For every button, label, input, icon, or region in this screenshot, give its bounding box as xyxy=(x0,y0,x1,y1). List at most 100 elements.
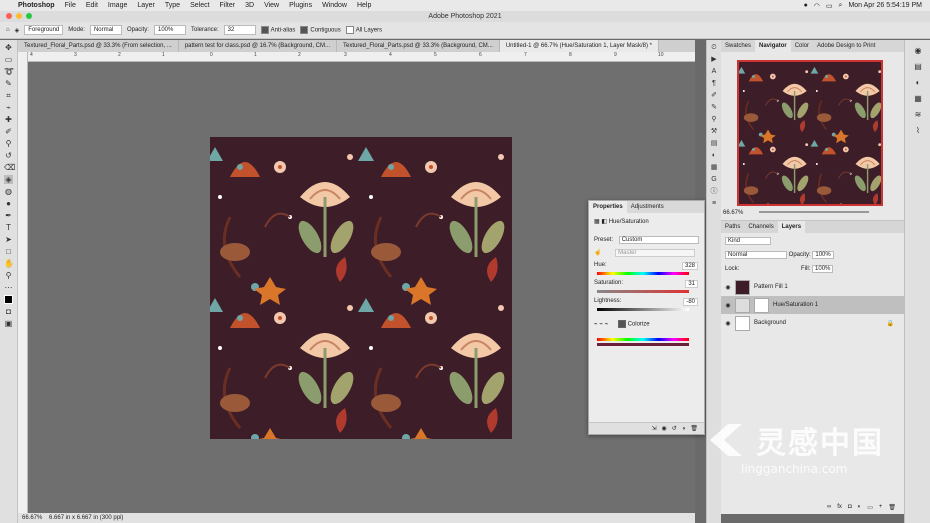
learn-icon[interactable]: ◉ xyxy=(913,46,923,56)
mode-select[interactable]: Normal xyxy=(89,25,122,35)
zoom-window-button[interactable] xyxy=(26,13,32,19)
pattern-artwork[interactable] xyxy=(210,137,512,439)
clip-to-layer-icon[interactable]: ⇲ xyxy=(651,423,656,434)
colorize-checkbox[interactable] xyxy=(617,320,626,328)
tab-design-to-print[interactable]: Adobe Design to Print xyxy=(813,40,879,52)
brush-settings-icon[interactable]: ✎ xyxy=(710,104,718,112)
new-layer-icon[interactable]: + xyxy=(879,504,883,514)
menu-select[interactable]: Select xyxy=(185,2,214,9)
home-icon[interactable]: ⌂ xyxy=(6,27,10,33)
paint-bucket-tool-icon[interactable]: ◈ xyxy=(4,175,13,184)
opacity-input[interactable]: 100% xyxy=(153,25,186,35)
glyphs-icon[interactable]: G xyxy=(710,176,718,184)
menu-layer[interactable]: Layer xyxy=(132,2,160,9)
history-brush-tool-icon[interactable]: ↺ xyxy=(4,151,13,160)
dodge-tool-icon[interactable]: ● xyxy=(4,199,13,208)
paint-bucket-icon[interactable]: ◈ xyxy=(15,27,20,34)
blur-tool-icon[interactable]: ◍ xyxy=(4,187,13,196)
marquee-tool-icon[interactable]: ▭ xyxy=(4,55,13,64)
preset-select[interactable]: Custom xyxy=(618,236,699,244)
hand-tool-icon[interactable]: ✋ xyxy=(4,259,14,268)
character-icon[interactable]: A xyxy=(710,68,718,76)
libraries-panel-icon[interactable]: ▤ xyxy=(913,62,923,72)
eyedropper-tool-icon[interactable]: ⌁ xyxy=(4,103,13,112)
menu-window[interactable]: Window xyxy=(317,2,352,9)
menu-app-name[interactable]: Photoshop xyxy=(13,2,60,9)
lightness-slider[interactable] xyxy=(597,308,689,311)
add-mask-icon[interactable]: ◘ xyxy=(848,504,852,514)
lock-icon[interactable]: 🔒 xyxy=(887,320,894,327)
tab-swatches[interactable]: Swatches xyxy=(721,40,755,52)
styles-panel-icon[interactable]: ▦ xyxy=(913,94,923,104)
fill-input[interactable]: 100% xyxy=(812,265,834,273)
styles-icon[interactable]: ▦ xyxy=(710,164,718,172)
info-icon[interactable]: ⓘ xyxy=(710,188,718,196)
lightness-value[interactable]: -80 xyxy=(683,298,698,306)
wifi-icon[interactable]: ◠ xyxy=(814,2,820,10)
tab-color[interactable]: Color xyxy=(791,40,813,52)
eyedropper-icon[interactable]: ⌁ xyxy=(594,322,598,328)
screen-mode-icon[interactable]: ▣ xyxy=(4,319,13,328)
tab-layers[interactable]: Layers xyxy=(777,221,806,233)
minimize-window-button[interactable] xyxy=(16,13,22,19)
navigator-thumbnail[interactable] xyxy=(737,60,883,206)
path-select-tool-icon[interactable]: ➤ xyxy=(4,235,13,244)
fx-icon[interactable]: fx xyxy=(837,504,842,514)
link-layers-icon[interactable]: ∞ xyxy=(827,504,831,514)
mask-thumbnail[interactable] xyxy=(754,297,769,313)
eyedropper-minus-icon[interactable]: ⌁ xyxy=(605,322,609,328)
tab-channels[interactable]: Channels xyxy=(744,221,777,233)
crop-tool-icon[interactable]: ⌗ xyxy=(4,91,13,100)
edit-toolbar-icon[interactable]: ⋯ xyxy=(4,283,13,292)
shape-tool-icon[interactable]: □ xyxy=(4,247,13,256)
menu-file[interactable]: File xyxy=(60,2,81,9)
status-icon[interactable]: ● xyxy=(804,2,808,9)
hue-slider[interactable] xyxy=(597,272,689,275)
menu-edit[interactable]: Edit xyxy=(81,2,103,9)
doc-tab[interactable]: Textured_Floral_Parts.psd @ 33.3% (From … xyxy=(18,40,179,52)
move-tool-icon[interactable]: ✥ xyxy=(4,43,13,52)
layer-row[interactable]: ◉ Background 🔒 xyxy=(721,314,904,332)
layer-opacity-input[interactable]: 100% xyxy=(812,251,834,259)
horizontal-ruler[interactable]: 4 3 2 1 0 1 2 3 4 5 6 7 8 9 10 xyxy=(28,52,695,62)
new-group-icon[interactable]: ▭ xyxy=(867,504,873,514)
libraries-icon[interactable]: ▤ xyxy=(710,140,718,148)
eye-icon[interactable]: ◉ xyxy=(721,284,735,291)
zoom-tool-icon[interactable]: ⚲ xyxy=(4,271,13,280)
saturation-value[interactable]: 31 xyxy=(685,280,698,288)
trash-icon[interactable]: 🗑 xyxy=(690,423,698,434)
tolerance-input[interactable]: 32 xyxy=(223,25,256,35)
color-swatches-icon[interactable] xyxy=(4,295,13,304)
tab-adjustments[interactable]: Adjustments xyxy=(627,201,668,213)
tab-paths[interactable]: Paths xyxy=(721,221,744,233)
history-icon[interactable]: ⏲ xyxy=(710,44,718,52)
tool-presets-icon[interactable]: ⚒ xyxy=(710,128,718,136)
lasso-tool-icon[interactable]: ➰ xyxy=(4,67,14,76)
eraser-tool-icon[interactable]: ⌫ xyxy=(4,163,15,172)
saturation-slider[interactable] xyxy=(597,290,689,293)
delete-layer-icon[interactable]: 🗑 xyxy=(888,504,896,514)
tab-navigator[interactable]: Navigator xyxy=(755,40,791,52)
clone-stamp-tool-icon[interactable]: ⚲ xyxy=(4,139,13,148)
quick-select-tool-icon[interactable]: ✎ xyxy=(4,79,13,88)
search-icon[interactable]: ⌕ xyxy=(839,2,843,10)
eyedropper-plus-icon[interactable]: ⌁ xyxy=(599,322,603,328)
hue-value[interactable]: 328 xyxy=(681,262,698,270)
navigator-zoom-slider[interactable] xyxy=(759,211,870,214)
blend-mode-select[interactable]: Normal xyxy=(725,251,787,259)
brush-tool-icon[interactable]: ✐ xyxy=(4,127,13,136)
menu-help[interactable]: Help xyxy=(352,2,376,9)
layer-kind-filter[interactable]: Kind xyxy=(725,237,771,245)
navigator-zoom-value[interactable]: 66.67% xyxy=(723,210,743,216)
pen-tool-icon[interactable]: ✒ xyxy=(4,211,13,220)
adjustments-icon[interactable]: ◐ xyxy=(710,152,718,160)
adjustments-panel-icon[interactable]: ◐ xyxy=(913,78,923,88)
zoom-readout[interactable]: 66.67% xyxy=(22,515,42,521)
antialias-checkbox[interactable]: Anti-alias xyxy=(260,26,295,34)
contiguous-checkbox[interactable]: Contiguous xyxy=(300,26,341,34)
view-previous-icon[interactable]: ◉ xyxy=(661,423,666,434)
tab-properties[interactable]: Properties xyxy=(589,201,627,213)
new-adjustment-icon[interactable]: ◐ xyxy=(858,504,862,514)
type-tool-icon[interactable]: T xyxy=(4,223,13,232)
menu-filter[interactable]: Filter xyxy=(215,2,241,9)
